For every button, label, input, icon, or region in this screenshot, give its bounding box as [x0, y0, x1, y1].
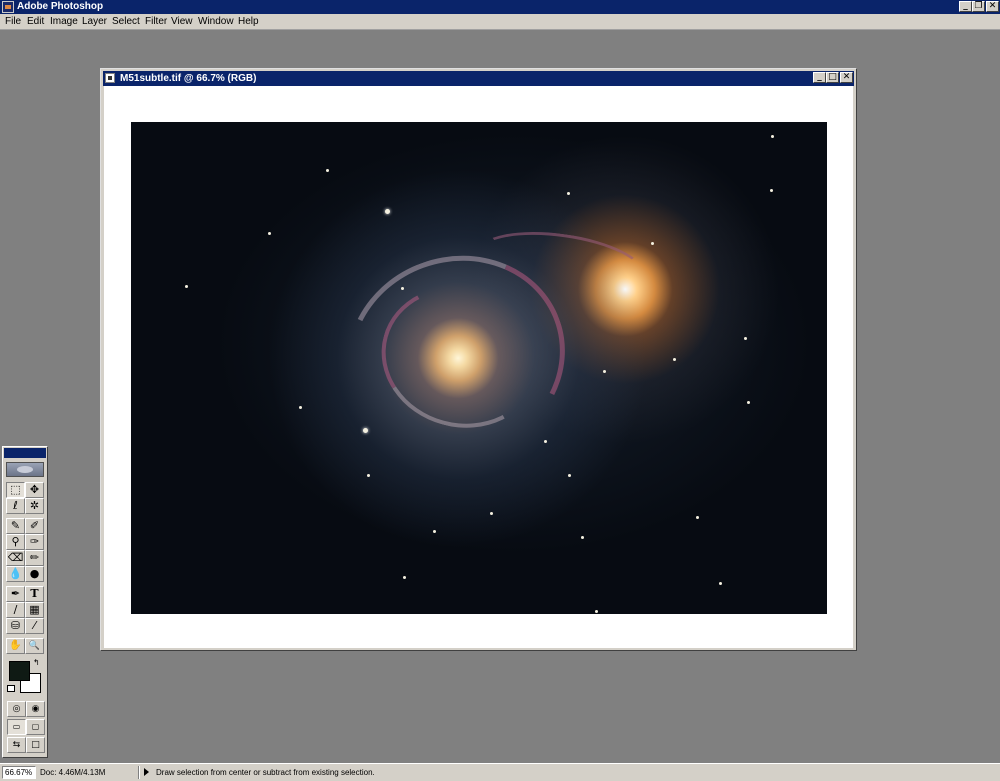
- menu-select[interactable]: Select: [112, 16, 140, 28]
- app-titlebar: Adobe Photoshop _ ❐ ✕: [0, 0, 1000, 14]
- paintbrush-tool-icon[interactable]: ✐: [25, 518, 44, 534]
- move-tool-icon[interactable]: ✥: [25, 482, 44, 498]
- rubber-stamp-tool-icon[interactable]: ⚲: [6, 534, 25, 550]
- star: [363, 428, 368, 433]
- star: [385, 209, 390, 214]
- airbrush-tool-icon[interactable]: ✎: [6, 518, 25, 534]
- foreground-color-swatch[interactable]: [9, 661, 30, 681]
- default-colors-icon[interactable]: [7, 685, 15, 692]
- menu-edit[interactable]: Edit: [27, 16, 44, 28]
- star: [403, 576, 406, 579]
- status-bar: 66.67% Doc: 4.46M/4.13M Draw selection f…: [0, 763, 1000, 781]
- app-restore-button[interactable]: ❐: [972, 1, 985, 12]
- document-close-button[interactable]: ✕: [840, 72, 853, 83]
- document-size-readout[interactable]: Doc: 4.46M/4.13M: [40, 767, 105, 778]
- document-icon[interactable]: [105, 73, 115, 83]
- menu-image[interactable]: Image: [50, 16, 78, 28]
- document-title: M51subtle.tif @ 66.7% (RGB): [120, 73, 257, 84]
- star: [770, 189, 773, 192]
- star: [771, 135, 774, 138]
- menu-window[interactable]: Window: [198, 16, 234, 28]
- toolbox-titlebar[interactable]: [4, 448, 46, 458]
- star: [401, 287, 404, 290]
- star: [433, 530, 436, 533]
- document-titlebar[interactable]: M51subtle.tif @ 66.7% (RGB) _ □ ✕: [103, 71, 854, 86]
- status-message: Draw selection from center or subtract f…: [156, 768, 375, 777]
- star: [744, 337, 747, 340]
- star: [673, 358, 676, 361]
- menu-file[interactable]: File: [5, 16, 21, 28]
- swap-colors-icon[interactable]: ↰: [33, 659, 40, 667]
- star: [595, 610, 598, 613]
- photoshop-app-icon[interactable]: [2, 1, 14, 13]
- star: [185, 285, 188, 288]
- star: [747, 401, 750, 404]
- paint-bucket-tool-icon[interactable]: ⛁: [6, 618, 25, 634]
- star: [719, 582, 722, 585]
- menu-filter[interactable]: Filter: [145, 16, 167, 28]
- menu-bar: File Edit Image Layer Select Filter View…: [0, 14, 1000, 30]
- gradient-tool-icon[interactable]: ▦: [25, 602, 44, 618]
- star: [326, 169, 329, 172]
- measure-tool-icon[interactable]: ∕: [6, 602, 25, 618]
- star: [581, 536, 584, 539]
- marquee-tool-icon[interactable]: ⬚: [6, 482, 25, 498]
- standard-screen-mode-icon[interactable]: ▭: [7, 719, 26, 735]
- menu-help[interactable]: Help: [238, 16, 259, 28]
- app-minimize-button[interactable]: _: [959, 1, 972, 12]
- star: [568, 474, 571, 477]
- star: [490, 512, 493, 515]
- pencil-tool-icon[interactable]: ✏: [25, 550, 44, 566]
- hand-tool-icon[interactable]: ✋: [6, 638, 25, 654]
- magic-wand-tool-icon[interactable]: ✲: [25, 498, 44, 514]
- type-tool-icon[interactable]: T: [25, 586, 44, 602]
- menu-layer[interactable]: Layer: [82, 16, 107, 28]
- dodge-tool-icon[interactable]: ●: [25, 566, 44, 582]
- document-maximize-button[interactable]: □: [826, 72, 839, 83]
- status-divider: [138, 766, 140, 779]
- jump-to-imageready-icon[interactable]: ⇆: [7, 737, 26, 753]
- zoom-tool-icon[interactable]: 🔍: [25, 638, 44, 654]
- toolbox-palette[interactable]: ⬚ ✥ ℓ ✲ ✎ ✐ ⚲ ✑ ⌫ ✏ 💧 ● ✒ T ∕ ▦ ⛁ ⁄ ✋ 🔍 …: [2, 446, 48, 758]
- star: [367, 474, 370, 477]
- full-screen-mode-icon[interactable]: ▢: [26, 719, 45, 735]
- document-window[interactable]: M51subtle.tif @ 66.7% (RGB) _ □ ✕: [100, 68, 857, 651]
- document-minimize-button[interactable]: _: [813, 72, 826, 83]
- history-brush-tool-icon[interactable]: ✑: [25, 534, 44, 550]
- eraser-tool-icon[interactable]: ⌫: [6, 550, 25, 566]
- app-close-button[interactable]: ✕: [986, 1, 999, 12]
- galaxy-image[interactable]: [131, 122, 827, 614]
- star: [544, 440, 547, 443]
- star: [299, 406, 302, 409]
- eye-logo-icon[interactable]: [6, 462, 44, 477]
- quick-mask-mode-icon[interactable]: ◉: [26, 701, 45, 717]
- star: [567, 192, 570, 195]
- lasso-tool-icon[interactable]: ℓ: [6, 498, 25, 514]
- star: [603, 370, 606, 373]
- app-title: Adobe Photoshop: [17, 1, 104, 12]
- document-canvas[interactable]: [104, 86, 853, 648]
- pen-tool-icon[interactable]: ✒: [6, 586, 25, 602]
- status-menu-arrow-icon[interactable]: [144, 768, 149, 776]
- standard-mode-icon[interactable]: ◎: [7, 701, 26, 717]
- menu-view[interactable]: View: [171, 16, 193, 28]
- eyedropper-tool-icon[interactable]: ⁄: [25, 618, 44, 634]
- blur-tool-icon[interactable]: 💧: [6, 566, 25, 582]
- star: [696, 516, 699, 519]
- full-screen-black-icon[interactable]: □: [26, 737, 45, 753]
- star: [268, 232, 271, 235]
- zoom-level-field[interactable]: 66.67%: [2, 766, 36, 779]
- star: [651, 242, 654, 245]
